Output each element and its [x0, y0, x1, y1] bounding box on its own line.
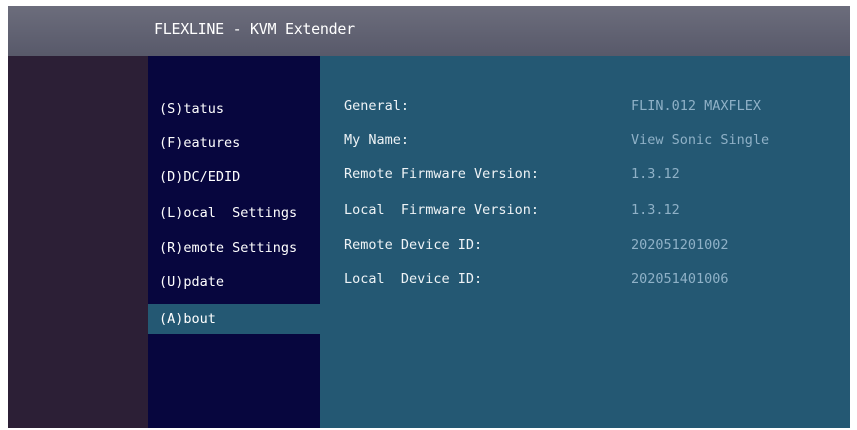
sidebar-item-status[interactable]: (S)tatus	[148, 94, 320, 124]
info-row-general: General: FLIN.012 MAXFLEX	[320, 89, 850, 123]
info-value: 202051201002	[631, 237, 729, 253]
sidebar-menu: (S)tatus (F)eatures (D)DC/EDID (L)ocal S…	[148, 56, 320, 428]
info-label: Remote Device ID:	[344, 237, 483, 253]
window-title: FLEXLINE - KVM Extender	[154, 20, 355, 38]
info-value: FLIN.012 MAXFLEX	[631, 98, 762, 114]
sidebar-item-local-settings[interactable]: (L)ocal Settings	[148, 198, 320, 228]
info-label: Remote Firmware Version:	[344, 166, 540, 182]
info-value: 202051401006	[631, 271, 729, 287]
info-label: General:	[344, 98, 410, 114]
kvm-osd-screen: FLEXLINE - KVM Extender (S)tatus (F)eatu…	[8, 6, 850, 428]
info-label: Local Firmware Version:	[344, 202, 540, 218]
sidebar-item-about[interactable]: (A)bout	[148, 304, 320, 334]
info-row-remote-device-id: Remote Device ID: 202051201002	[320, 228, 850, 262]
info-label: My Name:	[344, 132, 410, 148]
sidebar-item-update[interactable]: (U)pdate	[148, 267, 320, 297]
info-row-local-firmware: Local Firmware Version: 1.3.12	[320, 193, 850, 227]
info-value: 1.3.12	[631, 166, 680, 182]
sidebar-item-features[interactable]: (F)eatures	[148, 128, 320, 158]
sidebar-item-ddc-edid[interactable]: (D)DC/EDID	[148, 162, 320, 192]
info-value: 1.3.12	[631, 202, 680, 218]
info-row-my-name: My Name: View Sonic Single	[320, 123, 850, 157]
about-panel: General: FLIN.012 MAXFLEX My Name: View …	[320, 56, 850, 428]
title-bar: FLEXLINE - KVM Extender	[8, 6, 850, 56]
info-label: Local Device ID:	[344, 271, 483, 287]
info-value: View Sonic Single	[631, 132, 770, 148]
sidebar-item-remote-settings[interactable]: (R)emote Settings	[148, 233, 320, 263]
info-row-remote-firmware: Remote Firmware Version: 1.3.12	[320, 157, 850, 191]
info-row-local-device-id: Local Device ID: 202051401006	[320, 262, 850, 296]
